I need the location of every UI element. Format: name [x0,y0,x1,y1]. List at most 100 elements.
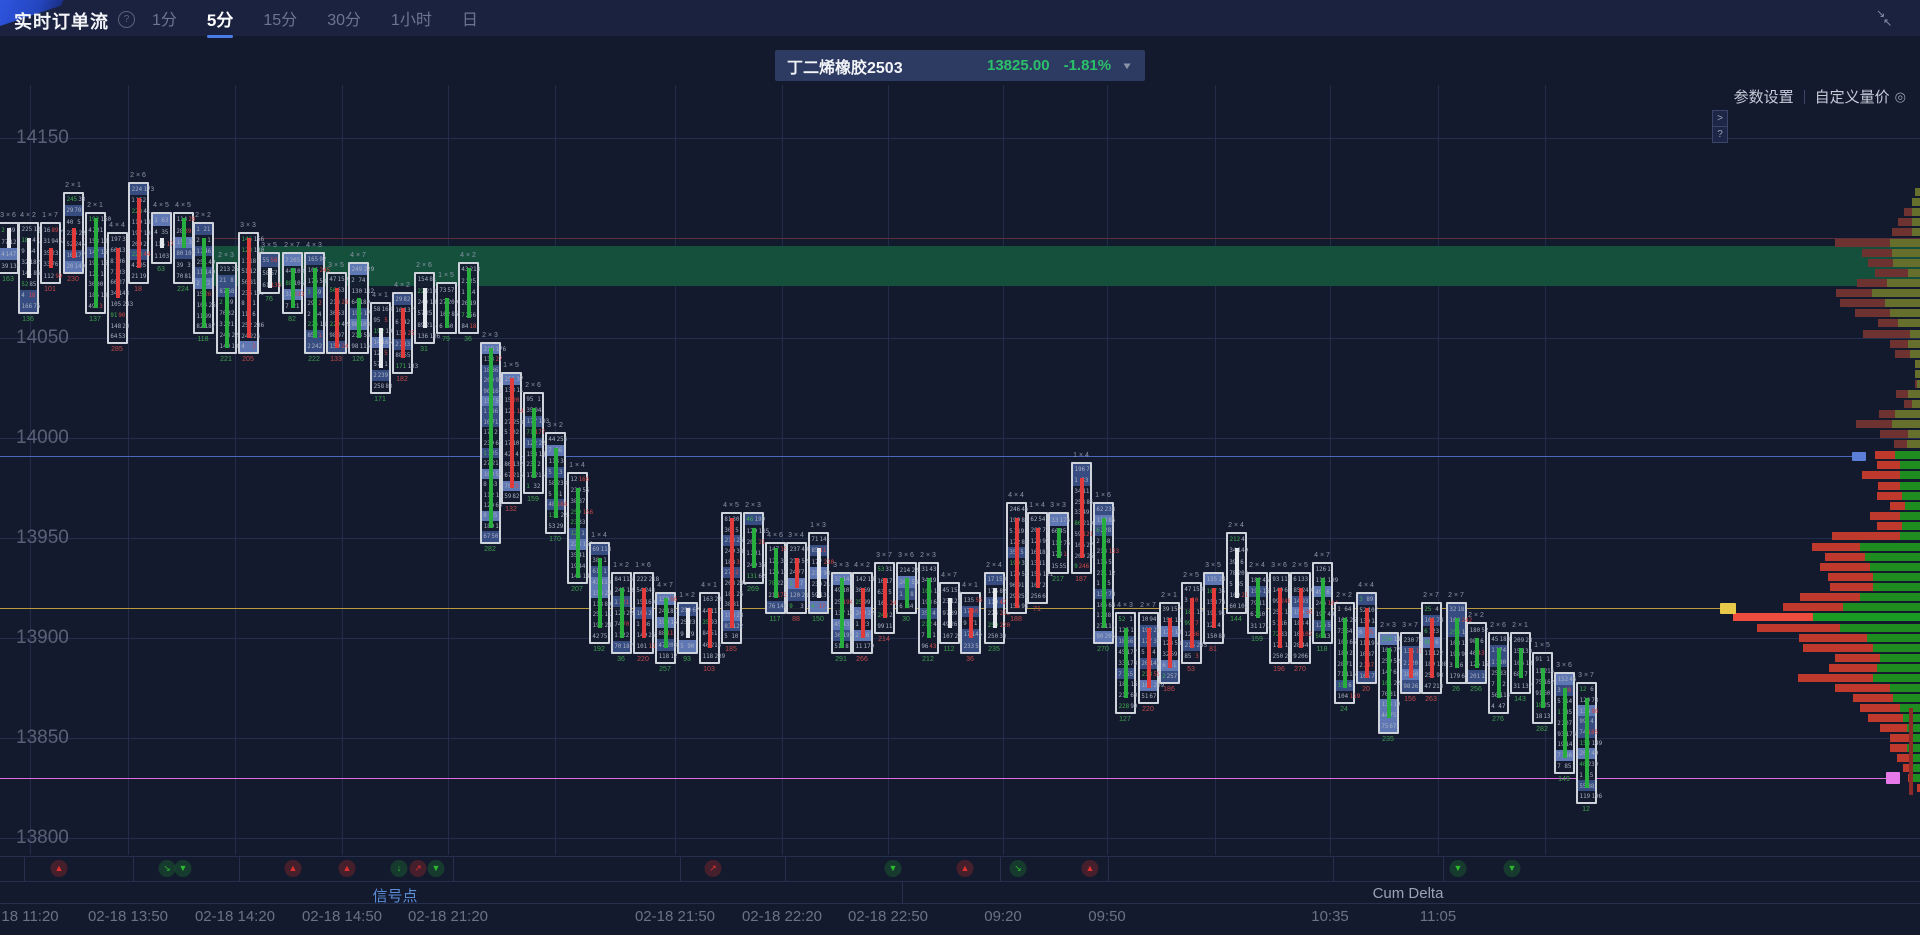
candle-body-down [861,588,865,638]
candle-summary-label: 3 × 6 [0,212,16,219]
cum-delta-pane-label[interactable]: Cum Delta [1373,885,1444,902]
footprint-cell-row: 3218 [1448,604,1465,615]
footprint-candle: 245332970405234224522451617720149 [63,192,84,274]
footprint-cell-row: 274 [350,275,367,286]
volume-profile-sell-bar [1757,624,1840,632]
candle-body-up [598,558,602,628]
candle-summary-label: 3 × 6 [1271,562,1287,569]
candle-summary-label: 3 × 3 [833,562,849,569]
footprint-cell-row: 2982 [394,294,411,305]
footprint-candle: 11428283915135801003937081 [173,212,194,284]
tab-1分[interactable]: 1分 [150,0,179,36]
grid-line-horizontal [0,538,1920,539]
candle-delta-label: 276 [1492,716,1504,723]
footprint-cell-row: 9643 [920,641,937,652]
footprint-candle: 5211251185645177331737155181156217602289… [1115,612,1136,714]
candle-body-down [137,198,141,268]
signal-marker-green-down-triangle[interactable]: ▼ [428,860,445,877]
volume-profile-buy-bar [1907,440,1920,448]
footprint-candle: 3314491025194137104454336194518 [831,572,852,654]
collapse-icon[interactable]: ↘↖ [1876,10,1896,28]
volume-profile-sell-bar [1890,502,1905,510]
y-axis-label: 13900 [16,627,69,649]
signal-marker-green-down-arrow[interactable]: ↓ [391,860,408,877]
volume-profile-buy-bar [1900,471,1920,479]
candle-body-up [1519,648,1523,678]
candle-summary-label: 4 × 4 [109,222,125,229]
candle-delta-label: 156 [1404,696,1416,703]
volume-profile-buy-bar [1860,543,1920,551]
signal-band-divider [1000,856,1001,881]
signal-marker-green-down-triangle[interactable]: ▼ [1450,860,1467,877]
signal-marker-green-down-triangle[interactable]: ▼ [885,860,902,877]
grid-line-vertical [448,85,450,855]
candle-delta-label: 79 [442,336,450,343]
signal-marker-red-pen[interactable]: ↗ [705,860,722,877]
footprint-cell-row: 22899 [1117,701,1134,712]
signal-marker-green-pen[interactable]: ↘ [1010,860,1027,877]
signal-marker-red-up-triangle[interactable]: ▲ [957,860,974,877]
volume-profile-sell-bar [1825,553,1865,561]
panel-help-button[interactable]: ? [1712,126,1728,143]
candle-summary-label: 4 × 7 [350,252,366,259]
volume-profile-sell-bar [1877,492,1902,500]
grid-line-horizontal [0,838,1920,839]
footprint-candle: 1973661381367133662734148105243919014820… [107,232,128,344]
footprint-cell-row: 911 [1534,654,1551,665]
candle-body-up [1455,618,1459,668]
footprint-cell-row: 11299 [42,270,59,282]
volume-profile-sell-bar [1877,522,1902,530]
tab-15分[interactable]: 15分 [261,0,299,36]
candle-summary-label: 2 × 3 [745,502,761,509]
footprint-cell-row: 84114 [613,574,630,585]
signal-marker-green-down-triangle[interactable]: ▼ [175,860,192,877]
footprint-candle: 250672523979590 [677,602,698,654]
candle-summary-label: 3 × 7 [1402,622,1418,629]
footprint-cell-row: 6133 [1292,574,1309,585]
tab-日[interactable]: 日 [460,0,480,36]
candle-body-down [730,518,734,628]
footprint-cell-row: 249229 [350,264,367,275]
tab-1小时[interactable]: 1小时 [389,0,434,36]
footprint-cell-row: 1689 [42,224,59,236]
candle-delta-label: 220 [1142,706,1154,713]
grid-line-vertical [1330,85,1332,855]
tab-5分[interactable]: 5分 [205,0,235,37]
candle-delta-label: 188 [1010,616,1022,623]
footprint-candle: 44254756114351358233541481841312215329 [545,432,566,534]
footprint-cell-row: 164 [1336,604,1353,615]
help-icon[interactable]: ? [118,11,135,28]
signal-band-divider [1108,856,1109,881]
volume-profile-sell-bar [1853,694,1893,702]
candle-summary-label: 4 × 1 [962,582,978,589]
signal-points-toggle[interactable]: 信号点 [372,885,417,906]
contract-selector[interactable]: 丁二烯橡胶2503 13825.00 -1.81% ▼ [775,50,1145,81]
volume-profile-buy-bar [1840,624,1920,632]
signal-marker-green-pen[interactable]: ↘ [159,860,176,877]
footprint-cell-row: 213256 [218,264,235,275]
footprint-candle: 9111121475162916018251813 [1532,652,1553,724]
expand-panel-button[interactable]: > [1712,110,1728,127]
volume-profile-buy-bar [1902,492,1920,500]
signal-marker-red-up-triangle[interactable]: ▲ [1082,860,1099,877]
y-axis-label: 14000 [16,427,69,449]
tab-30分[interactable]: 30分 [325,0,363,36]
footprint-candle: 461901291852012112312493613162 [743,512,764,584]
volume-profile-sell-bar [1892,228,1912,236]
signal-marker-red-up-triangle[interactable]: ▲ [51,860,68,877]
signal-marker-red-up-triangle[interactable]: ▲ [285,860,302,877]
candle-delta-label: 26 [1452,686,1460,693]
signal-marker-red-up-triangle[interactable]: ▲ [339,860,356,877]
candle-summary-label: 3 × 3 [240,222,256,229]
candle-body-flat [1235,548,1239,598]
signal-marker-red-pen[interactable]: ↗ [410,860,427,877]
footprint-candle: 209281513010613368731137 [1510,632,1531,694]
candle-delta-label: 76 [265,296,273,303]
candle-body-flat [160,238,164,248]
volume-profile-sell-bar [1812,543,1860,551]
orderflow-chart-area[interactable]: 1415014100140501400013950139001385013800… [0,85,1920,855]
candle-body-up [1124,628,1128,698]
candle-delta-label: 118 [197,336,208,343]
grid-line-vertical [675,85,677,855]
signal-marker-green-down-triangle[interactable]: ▼ [1504,860,1521,877]
